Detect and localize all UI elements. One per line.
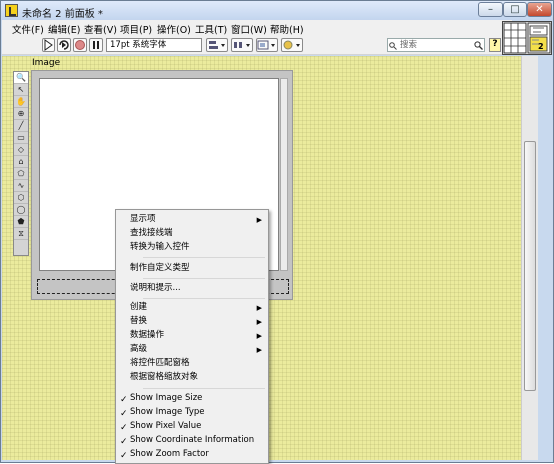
abort-icon[interactable] — [73, 38, 87, 52]
menu-item-show-zoom-factor[interactable]: Show Zoom Factor — [130, 448, 209, 461]
toolbar: 17pt 系统字体 搜索 ? — [2, 35, 512, 55]
freehand-line-icon[interactable]: ∿ — [14, 180, 28, 192]
menu-project[interactable]: 项目(P) — [120, 22, 152, 36]
connector-pane[interactable]: 2 — [502, 21, 552, 55]
polygon-tool-icon[interactable]: ⬠ — [14, 168, 28, 180]
rotated-rect-tool-icon[interactable]: ◇ — [14, 144, 28, 156]
menu-item-make-typedef[interactable]: 制作自定义类型 — [130, 262, 190, 275]
search-icon — [389, 42, 397, 50]
submenu-arrow-icon: ▶ — [256, 216, 262, 224]
point-tool-icon[interactable]: ⊕ — [14, 108, 28, 120]
checkmark-icon: ✓ — [120, 451, 128, 461]
maximize-button[interactable]: □ — [503, 2, 527, 17]
image-control-label: Image — [32, 58, 61, 68]
font-select[interactable]: 17pt 系统字体 — [106, 38, 202, 52]
scrollbar-thumb[interactable] — [524, 141, 536, 391]
run-arrow-icon[interactable] — [42, 38, 55, 52]
resize-objects-icon[interactable] — [256, 38, 278, 52]
menu-item-create[interactable]: 创建 — [130, 301, 147, 314]
menu-item-show-coordinate-information[interactable]: Show Coordinate Information — [130, 434, 254, 447]
checkmark-icon: ✓ — [120, 423, 128, 433]
submenu-arrow-icon: ▶ — [256, 304, 262, 312]
select-arrow-icon[interactable]: ↖ — [14, 84, 28, 96]
oval-tool-icon[interactable]: ◯ — [14, 204, 28, 216]
pan-hand-icon[interactable]: ✋ — [14, 96, 28, 108]
search-input[interactable]: 搜索 — [387, 38, 485, 52]
submenu-arrow-icon: ▶ — [256, 318, 262, 326]
labview-app-icon — [5, 4, 18, 17]
checkmark-icon: ✓ — [120, 437, 128, 447]
menu-help[interactable]: 帮助(H) — [270, 22, 304, 36]
panel-vertical-scrollbar[interactable] — [521, 56, 538, 460]
submenu-arrow-icon: ▶ — [256, 332, 262, 340]
context-help-button[interactable]: ? — [489, 38, 501, 52]
reorder-icon[interactable] — [281, 38, 303, 52]
vi-icon-number: 2 — [538, 42, 544, 51]
search-go-icon[interactable] — [474, 41, 483, 50]
menu-item-show-pixel-value[interactable]: Show Pixel Value — [130, 420, 201, 433]
menu-separator — [143, 388, 265, 389]
context-menu: 显示项 ▶ 查找接线端 转换为输入控件 制作自定义类型 说明和提示... 创建 … — [115, 209, 269, 464]
submenu-arrow-icon: ▶ — [256, 346, 262, 354]
menu-item-fit-control-to-pane[interactable]: 将控件匹配窗格 — [130, 357, 190, 370]
menu-separator — [143, 278, 265, 279]
menu-item-description-tip[interactable]: 说明和提示... — [130, 282, 181, 295]
broken-line-icon[interactable]: ⧖ — [14, 228, 28, 240]
menu-edit[interactable]: 编辑(E) — [48, 22, 80, 36]
menu-item-replace[interactable]: 替换 — [130, 315, 147, 328]
menu-view[interactable]: 查看(V) — [84, 22, 117, 36]
labview-front-panel-window: 未命名 2 前面板 * – □ ✕ 文件(F) 编辑(E) 查看(V) 项目(P… — [0, 0, 554, 464]
menu-item-scale-object-with-pane[interactable]: 根据窗格缩放对象 — [130, 371, 198, 384]
close-button[interactable]: ✕ — [527, 2, 552, 17]
zoom-tool-icon[interactable]: 🔍 — [14, 72, 28, 84]
annulus-tool-icon[interactable]: ⌂ — [14, 156, 28, 168]
checkmark-icon: ✓ — [120, 409, 128, 419]
menu-item-show-image-type[interactable]: Show Image Type — [130, 406, 204, 419]
menu-item-data-operations[interactable]: 数据操作 — [130, 329, 164, 342]
menu-operate[interactable]: 操作(O) — [157, 22, 191, 36]
pause-icon[interactable] — [89, 38, 103, 52]
menu-separator — [143, 257, 265, 258]
menu-item-advanced[interactable]: 高级 — [130, 343, 147, 356]
run-continuously-icon[interactable] — [57, 38, 71, 52]
menu-item-visible-items[interactable]: 显示项 — [130, 213, 156, 226]
title-bar[interactable]: 未命名 2 前面板 * – □ ✕ — [1, 1, 553, 20]
menu-item-show-image-size[interactable]: Show Image Size — [130, 392, 202, 405]
menu-item-change-to-control[interactable]: 转换为输入控件 — [130, 241, 190, 254]
minimize-button[interactable]: – — [478, 2, 503, 17]
rectangle-tool-icon[interactable]: ▭ — [14, 132, 28, 144]
line-tool-icon[interactable]: ╱ — [14, 120, 28, 132]
menu-separator — [143, 298, 265, 299]
image-tool-palette: 🔍 ↖ ✋ ⊕ ╱ ▭ ◇ ⌂ ⬠ ∿ ⬡ ◯ ⬟ ⧖ — [13, 71, 29, 256]
checkmark-icon: ✓ — [120, 395, 128, 405]
menu-bar: 文件(F) 编辑(E) 查看(V) 项目(P) 操作(O) 工具(T) 窗口(W… — [2, 20, 512, 36]
menu-tools[interactable]: 工具(T) — [195, 22, 227, 36]
image-vertical-scrollbar[interactable] — [280, 78, 288, 271]
right-edge-panel — [538, 56, 553, 460]
menu-window[interactable]: 窗口(W) — [231, 22, 267, 36]
menu-file[interactable]: 文件(F) — [12, 22, 44, 36]
distribute-objects-icon[interactable] — [231, 38, 253, 52]
menu-item-find-terminal[interactable]: 查找接线端 — [130, 227, 173, 240]
window-title: 未命名 2 前面板 * — [22, 9, 103, 20]
polyline-tool-icon[interactable]: ⬟ — [14, 216, 28, 228]
freehand-region-icon[interactable]: ⬡ — [14, 192, 28, 204]
align-objects-icon[interactable] — [206, 38, 228, 52]
